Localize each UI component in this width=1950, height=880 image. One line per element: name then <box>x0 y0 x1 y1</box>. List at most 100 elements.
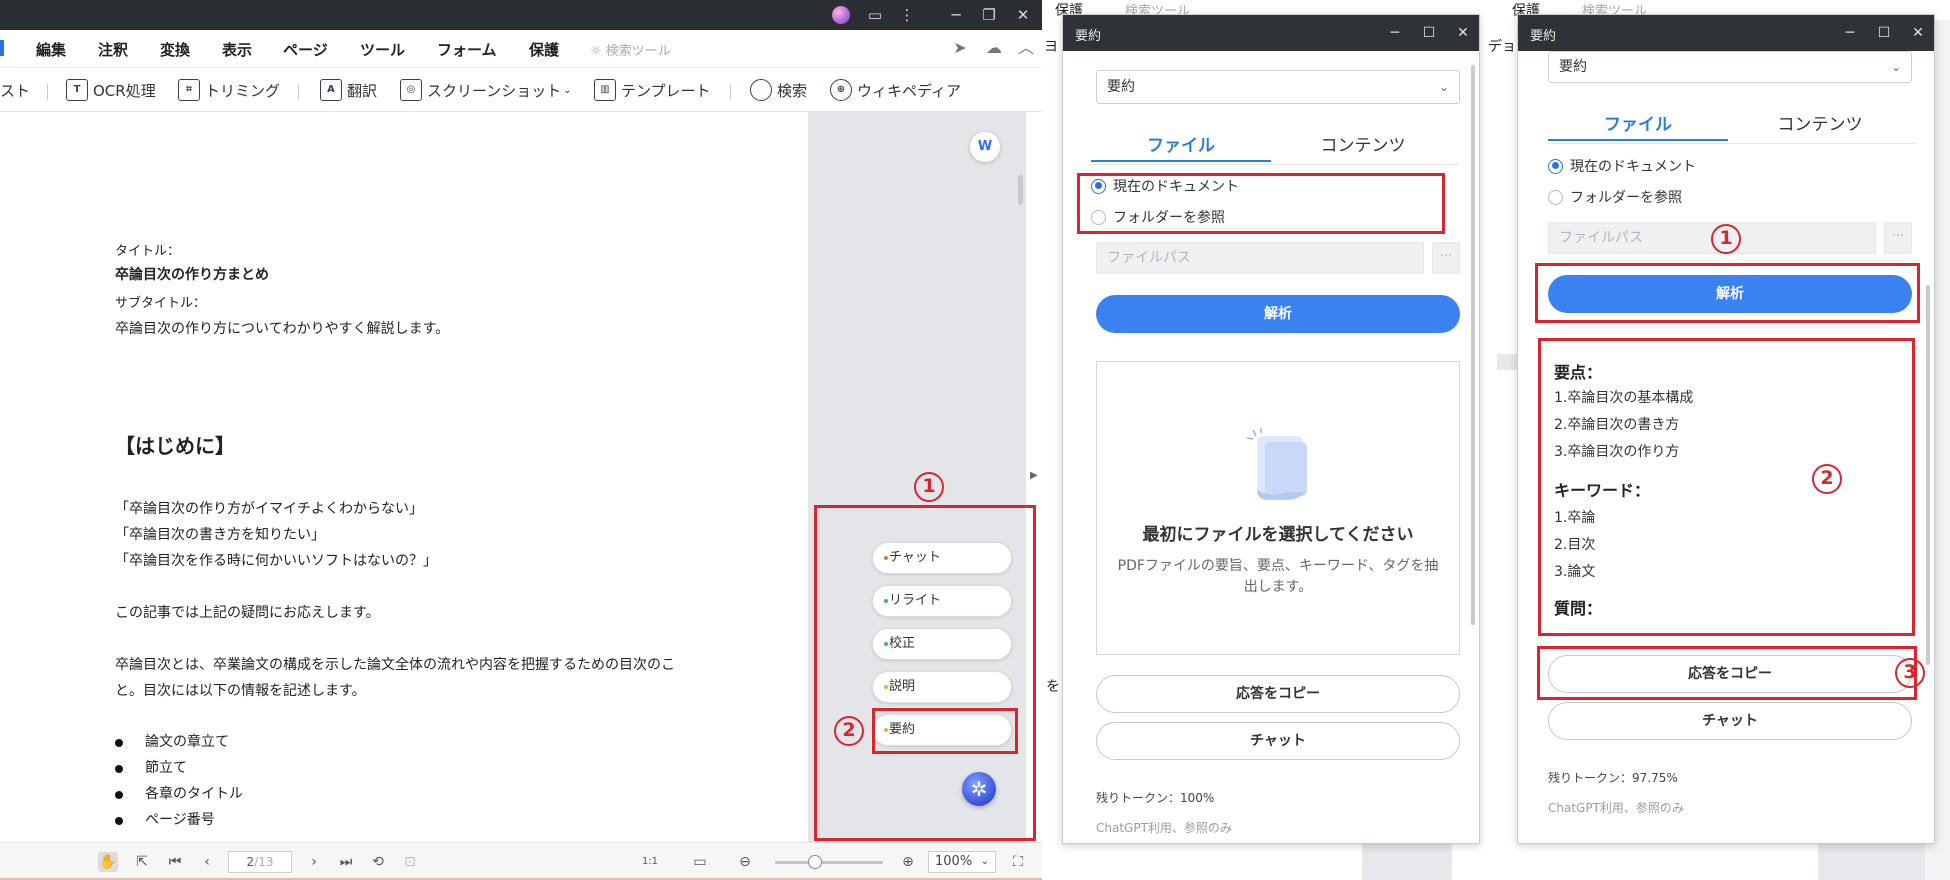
vertical-scrollbar[interactable] <box>1018 175 1023 205</box>
screenshot-button[interactable]: ◎ スクリーンショット ⌄ <box>400 77 572 103</box>
tab-file[interactable]: ファイル <box>1548 111 1728 141</box>
panel-scrollbar[interactable] <box>1471 65 1475 625</box>
menu-form[interactable]: フォーム <box>437 39 497 60</box>
tab-underline <box>1548 143 1916 144</box>
behind-text: ヨ <box>1044 39 1058 55</box>
copy-response-button[interactable]: 応答をコピー <box>1096 675 1460 713</box>
doc-paragraph-line: 卒論目次とは、卒業論文の構成を示した論文全体の流れや内容を把握するための目次のこ <box>115 657 675 673</box>
radio-browse-folder[interactable]: フォルダーを参照 <box>1548 186 1682 208</box>
tab-content[interactable]: コンテンツ <box>1273 132 1453 162</box>
search-icon <box>750 79 772 101</box>
doc-title-label: タイトル： <box>115 244 181 259</box>
menu-tools[interactable]: ツール <box>360 39 405 60</box>
doc-bullet-item: 節立て <box>145 760 187 776</box>
summary-panel-initial: 要約 ─ ☐ ✕ 要約 ⌄ ファイル コンテンツ 現在のドキュメント フォルダーを… <box>1062 14 1480 844</box>
zoom-level-select[interactable]: 100% ⌄ <box>928 851 996 873</box>
doc-subtitle: 卒論目次の作り方についてわかりやすく解説します。 <box>115 321 450 337</box>
close-icon[interactable]: ✕ <box>1453 23 1473 43</box>
wikipedia-button[interactable]: ⊕ ウィキペディア <box>830 77 961 103</box>
convert-to-word-icon[interactable]: W <box>970 132 1000 162</box>
tab-content[interactable]: コンテンツ <box>1730 111 1910 141</box>
collapse-icon[interactable]: ︿ <box>1016 38 1036 58</box>
panel-scrollbar[interactable] <box>1926 285 1930 665</box>
zoom-out-icon[interactable]: ⊖ <box>735 852 755 872</box>
previous-page-icon[interactable]: ‹ <box>197 852 217 872</box>
menu-edit[interactable]: 編集 <box>36 39 66 60</box>
translate-button[interactable]: A 翻訳 <box>320 77 377 103</box>
translate-label: 翻訳 <box>347 81 378 100</box>
chat-button[interactable]: チャット <box>1548 702 1912 740</box>
page-number-input[interactable]: 2/13 <box>228 851 292 873</box>
menu-annotate[interactable]: 注釈 <box>98 39 128 60</box>
actual-size-icon[interactable]: 1:1 <box>640 852 660 872</box>
first-page-icon[interactable]: ⏮ <box>165 852 185 872</box>
translate-icon: A <box>320 79 342 101</box>
crop-button[interactable]: ⌗ トリミング <box>178 77 280 103</box>
browse-more-button[interactable]: ··· <box>1432 242 1460 274</box>
radio-current-document[interactable]: 現在のドキュメント <box>1548 155 1696 177</box>
bullet-dot <box>115 765 123 773</box>
radio-selected-icon <box>1548 158 1563 174</box>
tab-file[interactable]: ファイル <box>1091 132 1271 162</box>
ocr-button[interactable]: T OCR処理 <box>66 77 156 103</box>
background-area <box>1497 354 1519 370</box>
cloud-upload-icon[interactable]: ☁ <box>984 38 1004 58</box>
remaining-tokens: 残りトークン：100% <box>1096 791 1215 805</box>
doc-subtitle-label: サブタイトル： <box>115 296 207 311</box>
chat-button[interactable]: チャット <box>1096 722 1460 760</box>
text-tool[interactable]: スト <box>0 77 30 103</box>
hand-tool-icon[interactable]: ✋ <box>98 852 118 872</box>
zoom-slider-handle[interactable] <box>808 855 822 869</box>
radio-label: 現在のドキュメント <box>1570 159 1696 175</box>
last-page-icon[interactable]: ⏭ <box>336 852 356 872</box>
doc-title: 卒論目次の作り方まとめ <box>115 267 269 283</box>
next-page-icon[interactable]: › <box>304 852 324 872</box>
search-tool-label: 検索ツール <box>605 44 671 59</box>
annotation-box-result <box>1538 338 1915 636</box>
background-area <box>1362 840 1452 880</box>
bullet-dot <box>115 817 123 825</box>
fit-width-icon[interactable]: ▭ <box>690 852 710 872</box>
more-vertical-icon[interactable]: ⋮ <box>896 4 918 26</box>
share-icon[interactable]: ➤ <box>950 38 970 58</box>
search-label: 検索 <box>777 81 808 100</box>
menu-page[interactable]: ページ <box>283 39 328 60</box>
browse-more-button[interactable]: ··· <box>1884 222 1912 254</box>
close-icon[interactable]: ✕ <box>1908 23 1928 43</box>
menu-view[interactable]: 表示 <box>222 39 252 60</box>
status-bar: ✋ ⇱ ⏮ ‹ 2/13 › ⏭ ⟲ ⊡ 1:1 ▭ ⊖ ⊕ 100% ⌄ ⛶ <box>0 842 1042 880</box>
search-button[interactable]: 検索 <box>750 77 807 103</box>
menu-protect[interactable]: 保護 <box>529 39 559 60</box>
zoom-slider[interactable] <box>775 861 883 864</box>
select-tool-icon[interactable]: ⇱ <box>132 852 152 872</box>
search-tool-hint[interactable]: ☼ 検索ツール <box>590 40 671 59</box>
doc-heading: 【はじめに】 <box>115 434 235 458</box>
rotate-icon[interactable]: ⟲ <box>368 852 388 872</box>
menu-bar: 編集 注釈 変換 表示 ページ ツール フォーム 保護 ☼ 検索ツール ➤ ☁ … <box>0 30 1042 68</box>
radio-unselected-icon <box>1548 189 1563 205</box>
close-icon[interactable]: ✕ <box>1012 4 1034 26</box>
mode-select[interactable]: 要約 ⌄ <box>1548 51 1912 83</box>
minimize-icon[interactable]: ─ <box>945 4 967 26</box>
file-path-input[interactable]: ファイルパス <box>1096 242 1424 274</box>
minimize-icon[interactable]: ─ <box>1385 23 1405 43</box>
menu-convert[interactable]: 変換 <box>160 39 190 60</box>
chevron-down-icon: ⌄ <box>1438 80 1449 94</box>
user-avatar[interactable] <box>832 6 850 24</box>
fullscreen-icon[interactable]: ⛶ <box>1008 852 1028 872</box>
maximize-icon[interactable]: ☐ <box>1419 23 1439 43</box>
doc-intro: この記事では上記の疑問にお応えします。 <box>115 605 380 621</box>
maximize-icon[interactable]: ☐ <box>1874 23 1894 43</box>
feedback-icon[interactable]: ▭ <box>864 4 886 26</box>
restore-icon[interactable]: ❐ <box>978 4 1000 26</box>
bullet-dot <box>115 791 123 799</box>
minimize-icon[interactable]: ─ <box>1840 23 1860 43</box>
doc-paragraph-line: と。目次には以下の情報を記述します。 <box>115 683 366 699</box>
analyze-button[interactable]: 解析 <box>1096 295 1460 333</box>
template-button[interactable]: ▥ テンプレート <box>594 77 711 103</box>
expand-panel-icon[interactable]: ▶ <box>1030 470 1038 481</box>
mode-select[interactable]: 要約 ⌄ <box>1096 70 1460 104</box>
doc-quote: 「卒論目次を作る時に何かいいソフトはないの？」 <box>115 553 437 569</box>
extract-icon[interactable]: ⊡ <box>400 852 420 872</box>
zoom-in-icon[interactable]: ⊕ <box>898 852 918 872</box>
